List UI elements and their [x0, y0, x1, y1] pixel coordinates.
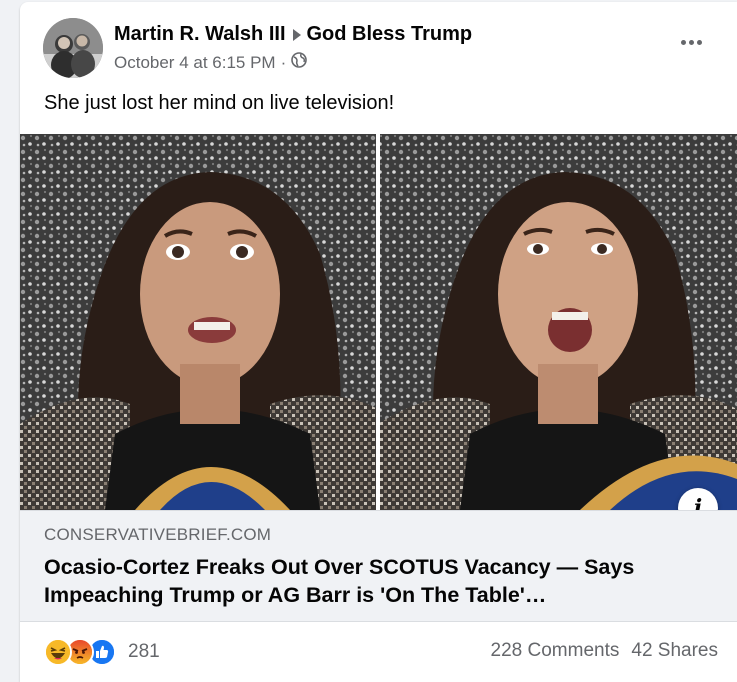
globe-icon [291, 52, 308, 74]
post-card: Martin R. Walsh III God Bless Trump Octob… [20, 2, 737, 682]
reactions-summary[interactable]: 281 [44, 637, 160, 667]
post-timestamp[interactable]: October 4 at 6:15 PM [114, 52, 276, 74]
link-preview[interactable]: CONSERVATIVEBRIEF.COM Ocasio-Cortez Frea… [20, 510, 737, 622]
link-headline[interactable]: Ocasio-Cortez Freaks Out Over SCOTUS Vac… [44, 553, 704, 609]
reaction-count[interactable]: 281 [128, 641, 160, 663]
post-meta: October 4 at 6:15 PM · [114, 52, 308, 74]
engagement-stats: 228 Comments 42 Shares [491, 640, 718, 662]
link-domain: CONSERVATIVEBRIEF.COM [44, 525, 272, 544]
shares-count[interactable]: 42 Shares [631, 640, 718, 662]
post-text: She just lost her mind on live televisio… [44, 92, 395, 114]
author-name[interactable]: Martin R. Walsh III [114, 23, 286, 45]
comments-count[interactable]: 228 Comments [491, 640, 620, 662]
group-name[interactable]: God Bless Trump [307, 23, 473, 45]
link-preview-image[interactable] [20, 134, 737, 510]
author-avatar[interactable] [43, 18, 103, 78]
haha-reaction-icon [44, 638, 72, 666]
caret-right-icon [292, 23, 301, 47]
post-header: Martin R. Walsh III God Bless Trump Octob… [20, 2, 737, 86]
more-options-icon[interactable] [677, 32, 705, 52]
meta-separator: · [280, 53, 287, 72]
post-title: Martin R. Walsh III God Bless Trump [114, 22, 472, 47]
